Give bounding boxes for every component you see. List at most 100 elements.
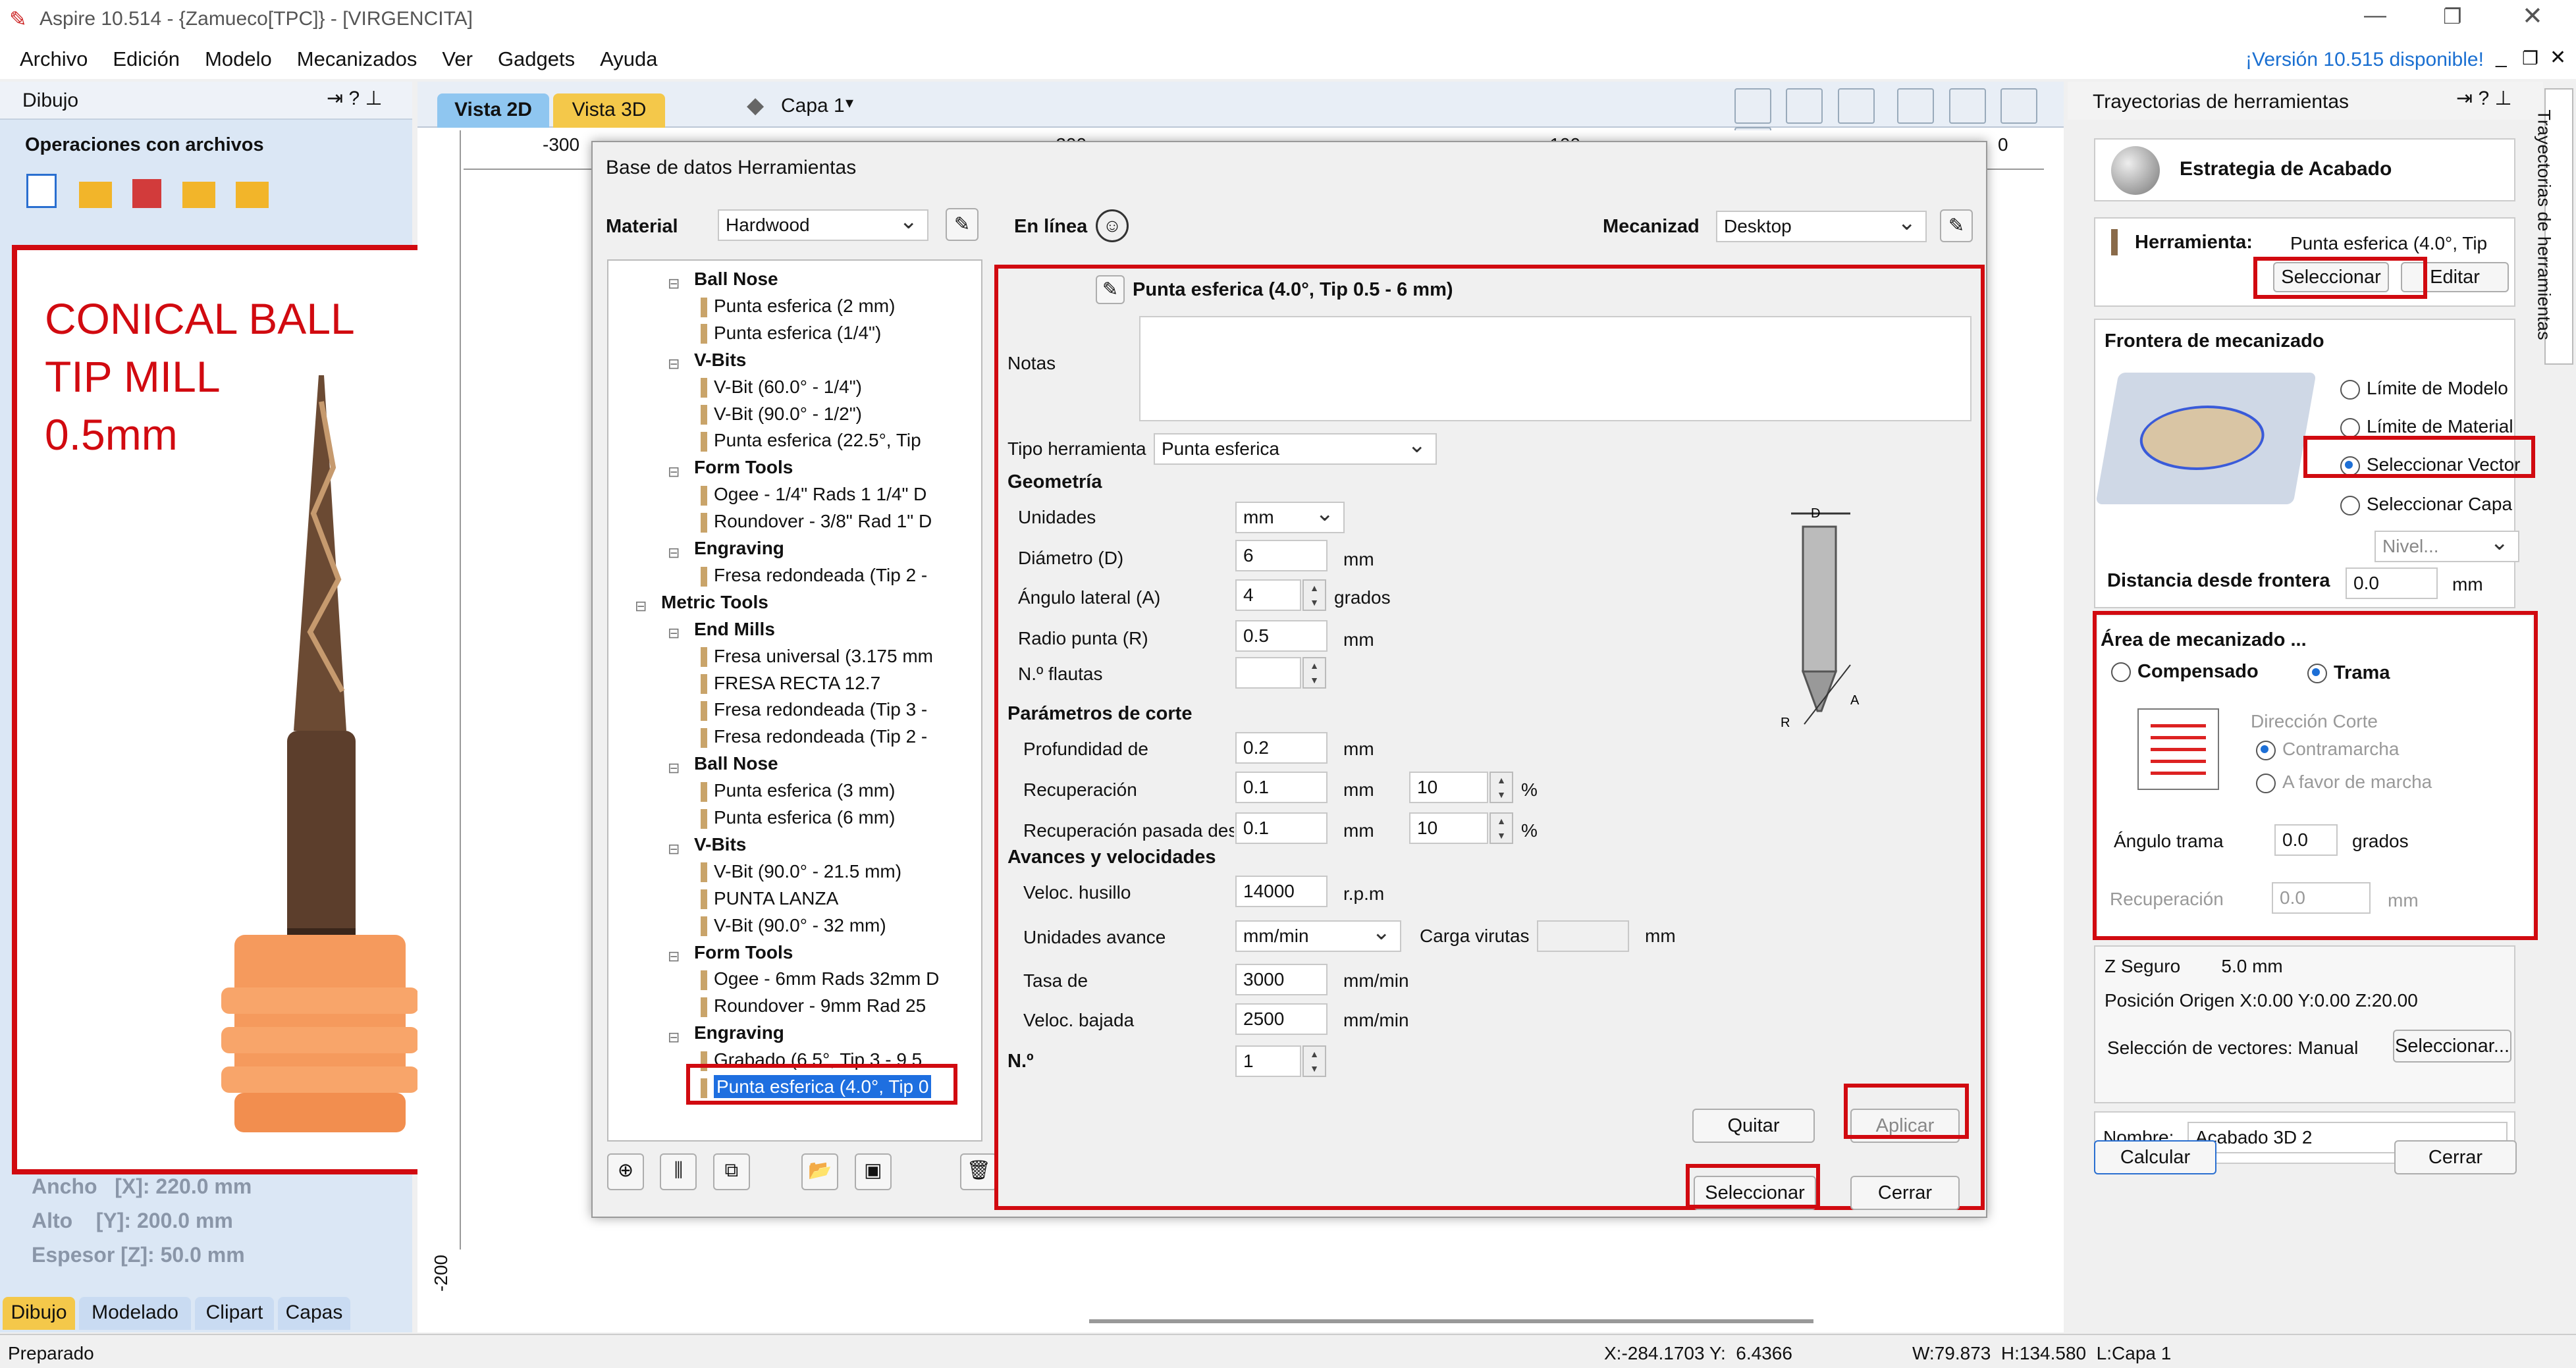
remove-button[interactable]: Quitar: [1692, 1109, 1815, 1143]
tree-group[interactable]: ⊟ Ball Nose: [668, 750, 778, 777]
tree-item[interactable]: Fresa redondeada (Tip 3 -: [701, 697, 927, 723]
tree-group[interactable]: ⊟ Engraving: [668, 535, 784, 562]
pin-icon[interactable]: ⇥ ? ⊥: [327, 87, 383, 110]
expand-icon[interactable]: ⊟: [668, 540, 687, 561]
menu-item-archivo[interactable]: Archivo: [20, 47, 88, 71]
tool-type-dropdown[interactable]: Punta esferica: [1154, 431, 1437, 465]
expand-icon[interactable]: ⊟: [668, 620, 687, 641]
zoom-box-icon[interactable]: [1734, 88, 1771, 124]
stepover-pct-input[interactable]: 10: [1409, 772, 1488, 803]
menu-item-gadgets[interactable]: Gadgets: [498, 47, 575, 71]
zoom-out-icon[interactable]: [2000, 88, 2038, 124]
expand-icon[interactable]: ⊟: [668, 271, 687, 292]
tree-item[interactable]: Ogee - 1/4" Rads 1 1/4" D: [701, 481, 926, 508]
mdi-close-icon[interactable]: ✕: [2550, 46, 2566, 69]
tab-capas[interactable]: Capas: [278, 1297, 350, 1330]
add-group-icon[interactable]: ⫼: [660, 1153, 697, 1190]
tree-item[interactable]: Roundover - 3/8" Rad 1" D: [701, 508, 932, 535]
conventional-option[interactable]: A favor de marcha: [2256, 772, 2432, 793]
delete-tool-icon[interactable]: 🗑: [960, 1153, 998, 1190]
open-db-icon[interactable]: 📂: [801, 1153, 839, 1190]
tree-group[interactable]: ⊟ V-Bits: [668, 347, 746, 373]
expand-icon[interactable]: ⊟: [668, 1024, 687, 1045]
tab-modelado[interactable]: Modelado: [79, 1297, 191, 1330]
copy-tool-icon[interactable]: ⧉: [712, 1153, 750, 1190]
tree-group[interactable]: ⊟ Engraving: [668, 1020, 784, 1046]
chip-load-input[interactable]: [1537, 920, 1629, 952]
close-dialog-button[interactable]: Cerrar: [1850, 1176, 1960, 1210]
mdi-restore-icon[interactable]: ❐: [2522, 47, 2538, 69]
restore-button[interactable]: ❐: [2443, 4, 2462, 29]
close-toolpath-button[interactable]: Cerrar: [2394, 1140, 2517, 1174]
menu-item-ayuda[interactable]: Ayuda: [600, 47, 657, 71]
tree-item[interactable]: Punta esferica (1/4"): [701, 320, 881, 346]
boundary-model-option[interactable]: Límite de Modelo: [2340, 378, 2508, 400]
raster-angle-input[interactable]: 0.0: [2274, 824, 2338, 856]
tree-item[interactable]: Ogee - 6mm Rads 32mm D: [701, 966, 939, 992]
stepover-input[interactable]: 0.1: [1235, 772, 1328, 803]
tree-item[interactable]: V-Bit (60.0° - 1/4"): [701, 374, 862, 400]
tree-item[interactable]: V-Bit (90.0° - 32 mm): [701, 912, 886, 939]
tree-group[interactable]: ⊟ Ball Nose: [668, 266, 778, 292]
menu-item-edición[interactable]: Edición: [113, 47, 180, 71]
finish-pct-spinner[interactable]: [1489, 812, 1513, 844]
close-window-button[interactable]: ✕: [2522, 1, 2543, 31]
zoom-in-icon[interactable]: [1948, 88, 1986, 124]
tree-item[interactable]: Punta esferica (2 mm): [701, 293, 895, 319]
right-pin-icon[interactable]: ⇥ ? ⊥: [2456, 87, 2512, 110]
material-dropdown[interactable]: Hardwood: [718, 207, 928, 241]
edit-machine-icon[interactable]: ✎: [1940, 209, 1973, 242]
tab-vista-2d[interactable]: Vista 2D: [437, 93, 549, 128]
import-icon[interactable]: [182, 182, 216, 208]
offset-input[interactable]: 0.0: [2346, 567, 2438, 599]
expand-icon[interactable]: ⊟: [635, 593, 655, 614]
expand-icon[interactable]: ⊟: [668, 755, 687, 776]
machine-dropdown[interactable]: Desktop: [1716, 208, 1927, 242]
tip-radius-input[interactable]: 0.5: [1235, 620, 1328, 652]
mdi-minimize-icon[interactable]: _: [2496, 46, 2507, 68]
pass-depth-input[interactable]: 0.2: [1235, 732, 1328, 764]
tree-item[interactable]: Fresa universal (3.175 mm: [701, 643, 933, 670]
feed-rate-input[interactable]: 3000: [1235, 964, 1328, 995]
tree-group[interactable]: ⊟ Form Tools: [668, 939, 793, 966]
menu-item-ver[interactable]: Ver: [442, 47, 473, 71]
units-dropdown[interactable]: mm: [1235, 499, 1345, 533]
tree-item[interactable]: Fresa redondeada (Tip 2 -: [701, 562, 927, 589]
grid-icon[interactable]: [1837, 88, 1875, 124]
flutes-spinner[interactable]: [1302, 657, 1326, 689]
tree-group[interactable]: ⊟ Form Tools: [668, 454, 793, 481]
pan-icon[interactable]: [1897, 88, 1935, 124]
spindle-speed-input[interactable]: 14000: [1235, 876, 1328, 907]
menu-item-modelo[interactable]: Modelo: [205, 47, 272, 71]
vector-select-button[interactable]: Seleccionar...: [2393, 1030, 2511, 1063]
tab-vista-3d[interactable]: Vista 3D: [553, 93, 665, 128]
tree-item[interactable]: Fresa redondeada (Tip 2 -: [701, 723, 927, 750]
toolpaths-vertical-tab[interactable]: Trayectorias de herramientas: [2535, 88, 2573, 365]
climb-option[interactable]: Contramarcha: [2256, 739, 2399, 760]
tree-group[interactable]: ⊟ V-Bits: [668, 831, 746, 858]
online-user-icon[interactable]: ☺: [1096, 209, 1129, 242]
tree-item[interactable]: Punta esferica (3 mm): [701, 777, 895, 804]
angle-spinner[interactable]: [1302, 579, 1326, 611]
expand-icon[interactable]: ⊟: [668, 943, 687, 964]
h-scrollbar[interactable]: [1089, 1319, 1813, 1323]
angle-input[interactable]: 4: [1235, 579, 1301, 611]
flutes-input[interactable]: [1235, 657, 1301, 689]
open-folder-icon[interactable]: [79, 182, 113, 208]
save-icon[interactable]: [132, 179, 161, 208]
finish-pct-input[interactable]: 10: [1409, 812, 1488, 844]
tab-dibujo[interactable]: Dibujo: [3, 1297, 75, 1330]
level-dropdown[interactable]: Nivel...: [2375, 528, 2519, 562]
tree-group[interactable]: ⊟ End Mills: [668, 616, 775, 643]
notes-textarea[interactable]: [1139, 316, 1972, 421]
boundary-layer-option[interactable]: Seleccionar Capa: [2340, 494, 2512, 515]
tool-number-spinner[interactable]: [1302, 1045, 1326, 1077]
expand-icon[interactable]: ⊟: [668, 459, 687, 480]
snap-icon[interactable]: [1786, 88, 1823, 124]
update-link[interactable]: ¡Versión 10.515 disponible!: [2245, 49, 2484, 71]
boundary-material-option[interactable]: Límite de Material: [2340, 416, 2513, 438]
menu-item-mecanizados[interactable]: Mecanizados: [297, 47, 417, 71]
stepover-pct-spinner[interactable]: [1489, 772, 1513, 803]
tree-item[interactable]: Punta esferica (6 mm): [701, 804, 895, 831]
area-raster-option[interactable]: Trama: [2307, 662, 2390, 684]
